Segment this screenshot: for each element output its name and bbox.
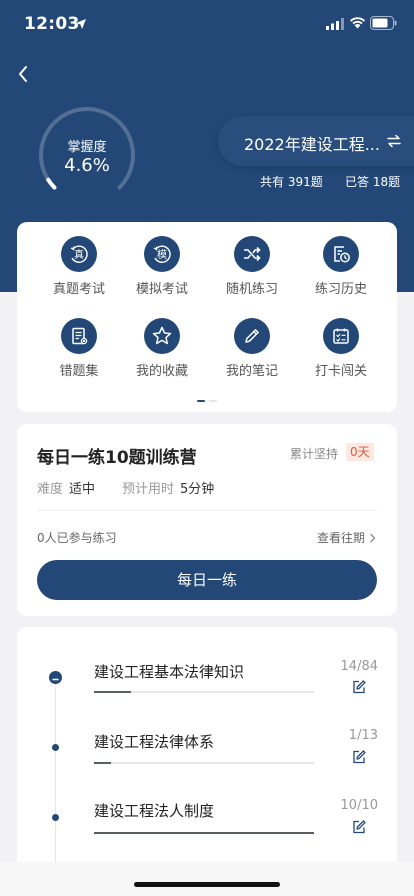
status-bar: 12:03 <box>0 0 414 48</box>
grid-item-real-exam[interactable]: 真 真题考试 <box>34 236 124 297</box>
timeline-node <box>52 744 59 751</box>
svg-text:真: 真 <box>74 248 84 261</box>
chevron-right-icon <box>369 533 376 543</box>
history-icon <box>323 236 359 272</box>
grid-item-checkin[interactable]: 打卡闯关 <box>296 318 386 379</box>
grid-label: 随机练习 <box>225 282 278 297</box>
checkin-calendar-icon <box>323 318 359 354</box>
edit-icon[interactable] <box>351 749 367 765</box>
grid-label: 我的笔记 <box>225 364 278 379</box>
grid-label: 模拟考试 <box>135 282 188 297</box>
grid-item-practice-history[interactable]: 练习历史 <box>296 236 386 297</box>
difficulty-value: 适中 <box>69 482 96 497</box>
timeline-node <box>52 814 59 821</box>
grid-label: 错题集 <box>59 364 99 379</box>
exam-selector[interactable]: 2022年建设工程... <box>218 116 414 166</box>
participants-count: 0人已参与练习 <box>37 531 117 545</box>
svg-text:模: 模 <box>157 249 167 261</box>
chapter-progress-bar <box>94 762 314 764</box>
chapter-count: 1/13 <box>348 728 378 743</box>
chapter-progress-bar <box>94 691 314 693</box>
chapter-count: 10/10 <box>340 798 378 813</box>
zhen-icon: 真 <box>61 236 97 272</box>
streak-badge: 0天 <box>346 443 374 461</box>
grid-item-wrong-notes[interactable]: 错题集 <box>34 318 124 379</box>
grid-item-random-practice[interactable]: 随机练习 <box>207 236 297 297</box>
difficulty: 难度 适中 <box>37 478 95 497</box>
grid-label: 真题考试 <box>52 282 105 297</box>
chapter-progress-bar <box>94 832 314 834</box>
wrong-notes-icon <box>61 318 97 354</box>
view-past-link[interactable]: 查看往期 <box>317 529 376 546</box>
total-questions: 共有 391题 <box>260 175 323 189</box>
chapter-title[interactable]: 建设工程法人制度 <box>94 800 214 821</box>
mastery-label: 掌握度 <box>67 140 107 155</box>
grid-item-mock-exam[interactable]: 模 模拟考试 <box>117 236 207 297</box>
location-arrow-icon <box>76 19 86 29</box>
chapter-list-card: 建设工程基本法律知识 14/84 建设工程法律体系 1/13 建设工程法人制度 … <box>17 627 397 896</box>
chapter-progress-fill <box>94 832 314 834</box>
switch-arrows-icon <box>387 134 401 148</box>
divider <box>37 510 377 511</box>
time-value: 5分钟 <box>180 482 215 497</box>
back-chevron-icon[interactable] <box>12 62 36 86</box>
grid-item-favorites[interactable]: 我的收藏 <box>117 318 207 379</box>
estimated-time: 预计用时 5分钟 <box>122 478 214 497</box>
wifi-icon <box>350 17 365 29</box>
chapter-title[interactable]: 建设工程基本法律知识 <box>94 661 244 682</box>
edit-icon[interactable] <box>351 679 367 695</box>
cellular-signal-icon <box>326 18 344 30</box>
grid-label: 我的收藏 <box>135 364 188 379</box>
chapter-progress-fill <box>94 762 111 764</box>
mo-icon: 模 <box>144 236 180 272</box>
grid-item-notes[interactable]: 我的笔记 <box>207 318 297 379</box>
star-icon <box>144 318 180 354</box>
chapter-count: 14/84 <box>340 659 378 674</box>
pager-dot <box>209 400 217 402</box>
answered-questions: 已答 18题 <box>345 175 401 189</box>
shuffle-icon <box>234 236 270 272</box>
mastery-value: 4.6% <box>64 155 110 176</box>
collapse-node-icon[interactable] <box>49 671 62 684</box>
edit-icon[interactable] <box>351 819 367 835</box>
grid-label: 打卡闯关 <box>314 364 367 379</box>
daily-title: 每日一练10题训练营 <box>37 448 197 468</box>
pager-dot-active <box>197 400 205 402</box>
difficulty-label: 难度 <box>37 482 64 497</box>
chapter-progress-fill <box>94 691 131 693</box>
daily-practice-card: 每日一练10题训练营 累计坚持 0天 难度 适中 预计用时 5分钟 0人已参与练习 … <box>17 424 397 616</box>
streak-label: 累计坚持 <box>290 447 339 461</box>
view-past-label: 查看往期 <box>317 531 366 545</box>
status-time: 12:03 <box>24 14 80 34</box>
pencil-icon <box>234 318 270 354</box>
bottom-safe-area <box>0 862 414 896</box>
exam-title: 2022年建设工程... <box>244 135 380 154</box>
time-label: 预计用时 <box>122 482 175 497</box>
grid-label: 练习历史 <box>314 282 367 297</box>
daily-practice-button[interactable]: 每日一练 <box>37 560 377 600</box>
battery-icon <box>370 16 397 30</box>
home-indicator <box>134 882 280 887</box>
chapter-title[interactable]: 建设工程法律体系 <box>94 731 214 752</box>
function-grid-card: 真 真题考试 模 模拟考试 随机练习 练习历史 错题集 我的收藏 我的笔记 打卡… <box>17 222 397 412</box>
